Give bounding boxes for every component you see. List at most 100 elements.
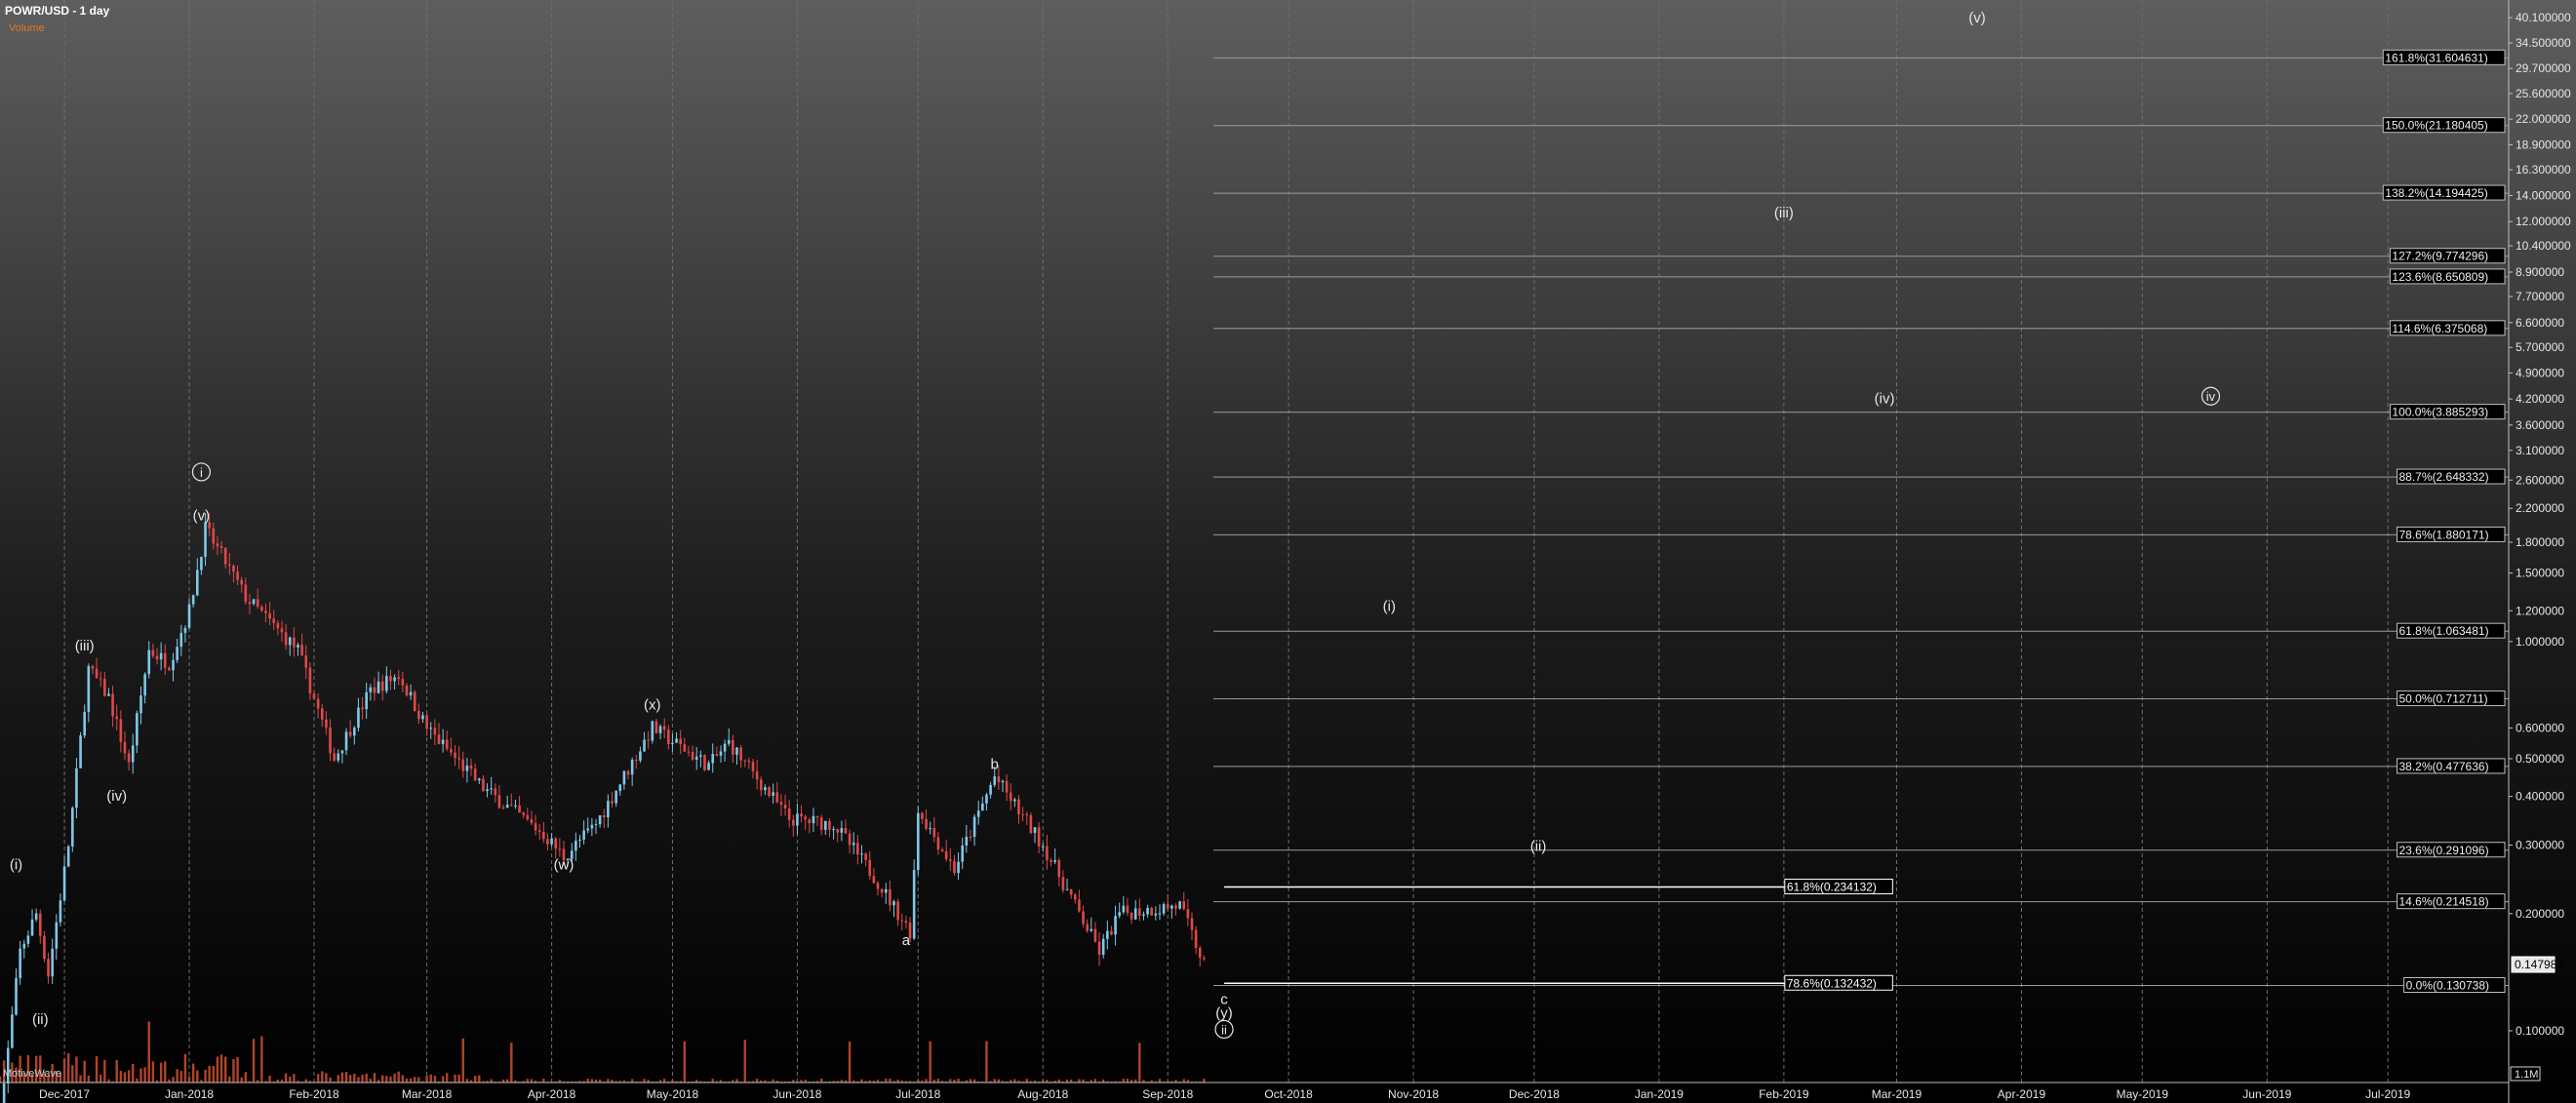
candle-body	[1158, 913, 1162, 915]
candle-body	[1078, 899, 1081, 912]
volume-bar	[929, 1041, 931, 1083]
candle-body	[1146, 907, 1149, 915]
candle-body	[260, 607, 263, 611]
candle-body	[957, 861, 960, 874]
volume-bar	[993, 1079, 996, 1083]
candle-body	[791, 819, 795, 826]
candle-body	[1053, 860, 1056, 862]
candle-body	[683, 744, 687, 752]
volume-bar	[510, 1043, 513, 1083]
candle-body	[329, 728, 332, 754]
candle-body	[272, 618, 276, 623]
volume-bar	[139, 1068, 142, 1083]
candle-body	[1182, 901, 1186, 910]
volume-bar	[252, 1039, 256, 1083]
fib-level-label: 61.8%(1.063481)	[2399, 624, 2489, 638]
x-tick-label: Feb-2018	[289, 1087, 339, 1101]
volume-bar	[414, 1077, 416, 1083]
x-tick-label: Jul-2018	[895, 1087, 940, 1101]
x-tick-label: Jun-2018	[773, 1087, 821, 1101]
candle-body	[819, 817, 823, 830]
candle-body	[87, 666, 91, 712]
candle-body	[630, 759, 634, 775]
y-tick-label: 4.900000	[2516, 366, 2564, 379]
volume-bar	[95, 1055, 99, 1083]
candle-body	[297, 645, 299, 648]
volume-bar	[389, 1076, 392, 1083]
wave-label: (iii)	[1774, 205, 1794, 221]
candle-body	[889, 888, 892, 906]
candle-body	[860, 853, 863, 855]
wave-label: i	[200, 465, 203, 480]
candle-body	[505, 805, 509, 808]
candle-body	[510, 805, 513, 807]
candle-body	[1061, 877, 1065, 890]
volume-bar	[103, 1059, 106, 1083]
candle-body	[912, 870, 916, 939]
candle-body	[872, 876, 876, 884]
fib-level-label: 150.0%(21.180405)	[2385, 119, 2487, 133]
candle-body	[429, 728, 433, 729]
candle-body	[876, 883, 880, 889]
wave-label: (iv)	[1875, 390, 1895, 407]
candle-body	[316, 698, 320, 709]
y-tick-label: 5.700000	[2516, 340, 2564, 354]
candle-body	[127, 753, 131, 763]
volume-bar	[127, 1070, 131, 1083]
price-chart[interactable]: 161.8%(31.604631) 150.0%(21.180405) 138.2%…	[0, 0, 2576, 1103]
candle-body	[240, 579, 244, 585]
candle-body	[550, 838, 553, 845]
fib-level-label: 138.2%(14.194425)	[2385, 186, 2487, 200]
volume-bar	[405, 1078, 409, 1083]
candle-body	[59, 900, 62, 923]
candle-body	[413, 691, 416, 712]
candle-body	[1203, 958, 1206, 960]
candle-body	[976, 810, 980, 817]
candle-body	[981, 803, 984, 811]
volume-bar	[1025, 1079, 1028, 1083]
volume-bar	[340, 1072, 344, 1083]
volume-bar	[542, 1079, 545, 1083]
volume-bar	[329, 1077, 332, 1083]
candle-body	[179, 632, 183, 648]
volume-bar	[446, 1073, 449, 1083]
y-tick-label: 0.400000	[2516, 790, 2564, 804]
candle-body	[997, 776, 1001, 783]
fib-level-label: 38.2%(0.477636)	[2399, 760, 2489, 773]
volume-bar	[187, 1076, 191, 1083]
volume-bar	[208, 1065, 211, 1083]
candle-body	[1017, 799, 1020, 814]
candle-body	[582, 830, 585, 840]
candle-body	[469, 765, 473, 769]
candle-body	[55, 922, 59, 949]
candle-body	[83, 711, 86, 736]
candle-body	[836, 829, 840, 833]
volume-bar	[949, 1079, 952, 1083]
fib-level-label: 78.6%(1.880171)	[2399, 528, 2489, 541]
candle-body	[671, 742, 674, 744]
volume-bar	[79, 1075, 82, 1083]
volume-bar	[316, 1074, 320, 1083]
y-tick-label: 10.400000	[2516, 239, 2571, 253]
candle-body	[357, 707, 360, 729]
volume-bar	[325, 1073, 328, 1083]
candle-body	[256, 599, 259, 608]
volume-bar	[212, 1065, 216, 1083]
y-tick-label: 34.500000	[2516, 36, 2571, 50]
volume-bar	[755, 1079, 759, 1083]
x-tick-label: Dec-2017	[39, 1087, 90, 1101]
y-tick-label: 16.300000	[2516, 163, 2571, 177]
candle-body	[772, 792, 774, 796]
candle-body	[626, 770, 630, 775]
candle-body	[534, 823, 537, 831]
x-tick-label: Mar-2019	[1872, 1087, 1922, 1101]
candle-body	[969, 837, 972, 839]
candle-body	[216, 543, 219, 547]
candle-body	[932, 828, 936, 838]
volume-bar	[429, 1074, 432, 1083]
candle-body	[1090, 928, 1093, 931]
candle-body	[1166, 904, 1169, 909]
candle-body	[691, 752, 694, 760]
candle-body	[1118, 912, 1121, 917]
volume-bar	[409, 1078, 413, 1083]
